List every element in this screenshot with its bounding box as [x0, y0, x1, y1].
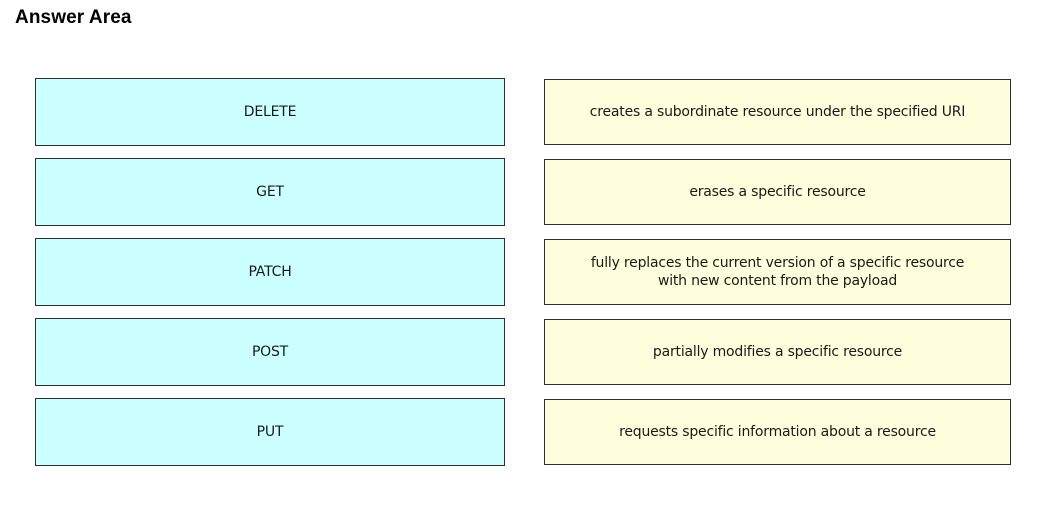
- method-item-patch[interactable]: PATCH: [35, 238, 505, 306]
- method-item-put[interactable]: PUT: [35, 398, 505, 466]
- description-item-partially-modifies[interactable]: partially modifies a specific resource: [544, 319, 1011, 385]
- methods-column: DELETE GET PATCH POST PUT: [35, 78, 505, 478]
- method-item-post[interactable]: POST: [35, 318, 505, 386]
- description-item-creates[interactable]: creates a subordinate resource under the…: [544, 79, 1011, 145]
- description-item-fully-replaces[interactable]: fully replaces the current version of a …: [544, 239, 1011, 305]
- description-item-erases[interactable]: erases a specific resource: [544, 159, 1011, 225]
- answer-area-title: Answer Area: [15, 7, 132, 28]
- description-item-requests[interactable]: requests specific information about a re…: [544, 399, 1011, 465]
- descriptions-column: creates a subordinate resource under the…: [544, 79, 1011, 479]
- method-item-get[interactable]: GET: [35, 158, 505, 226]
- method-item-delete[interactable]: DELETE: [35, 78, 505, 146]
